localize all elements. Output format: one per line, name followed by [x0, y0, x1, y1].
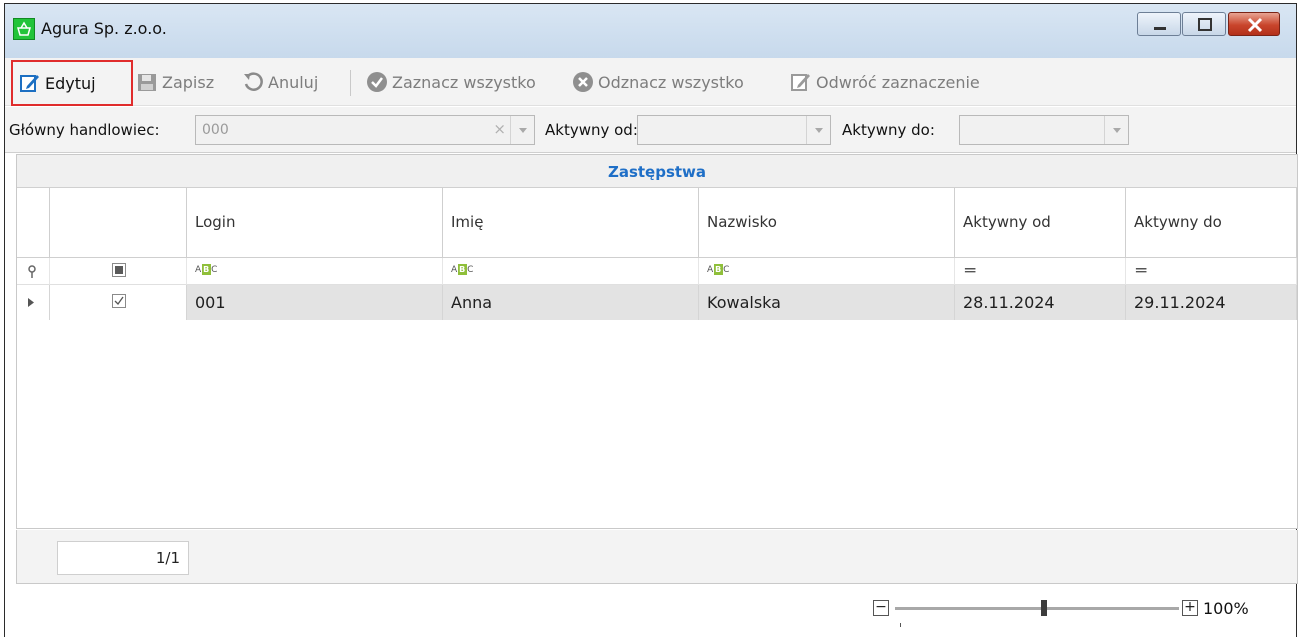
- column-header-label: Aktywny od: [963, 213, 1051, 231]
- deselect-all-label: Odznacz wszystko: [598, 72, 744, 92]
- table-cell-active-to[interactable]: 29.11.2024: [1126, 285, 1297, 320]
- filter-checkbox[interactable]: [112, 263, 126, 277]
- filter-cell-check[interactable]: [50, 258, 187, 285]
- grid-footer: 1/1: [16, 530, 1298, 584]
- cell-text: Kowalska: [707, 293, 781, 312]
- toolbar: Edytuj Zapisz Anuluj Zaznacz wszystko Od…: [5, 58, 1296, 106]
- column-header-login[interactable]: Login: [187, 188, 443, 258]
- active-to-select[interactable]: [959, 115, 1129, 145]
- equals-filter-icon: ═: [1136, 261, 1147, 281]
- filter-cell-active-to[interactable]: ═: [1126, 258, 1297, 285]
- zoom-in-button[interactable]: +: [1182, 600, 1198, 616]
- column-header-active-from[interactable]: Aktywny od: [955, 188, 1126, 258]
- row-indicator[interactable]: [17, 285, 50, 320]
- pin-icon: [28, 265, 36, 278]
- deselect-all-button[interactable]: Odznacz wszystko: [572, 58, 744, 106]
- filter-cell-login[interactable]: ABC: [187, 258, 443, 285]
- group-title: Zastępstwa: [607, 163, 707, 181]
- row-checkbox[interactable]: [112, 294, 126, 308]
- toolbar-separator: [350, 70, 351, 96]
- select-all-label: Zaznacz wszystko: [392, 72, 536, 92]
- table-cell-first-name[interactable]: Anna: [443, 285, 699, 320]
- text-filter-icon: ABC: [195, 264, 219, 275]
- cell-text: 001: [195, 293, 226, 312]
- grid-group-header: Zastępstwa: [17, 155, 1297, 188]
- table-cell-last-name[interactable]: Kowalska: [699, 285, 955, 320]
- column-header-active-to[interactable]: Aktywny do: [1126, 188, 1297, 258]
- edit-label: Edytuj: [45, 73, 96, 93]
- pencil-edit-icon: [790, 71, 812, 93]
- filter-cell-active-from[interactable]: ═: [955, 258, 1126, 285]
- text-filter-icon: ABC: [451, 264, 475, 275]
- active-from-label: Aktywny od:: [545, 121, 638, 139]
- x-circle-icon: [572, 71, 594, 93]
- text-filter-icon: ABC: [707, 264, 731, 275]
- active-to-label: Aktywny do:: [842, 121, 935, 139]
- invert-selection-button[interactable]: Odwróć zaznaczenie: [790, 58, 980, 106]
- edit-button[interactable]: Edytuj: [11, 60, 133, 106]
- active-from-select[interactable]: [637, 115, 831, 145]
- chevron-down-icon[interactable]: [806, 116, 830, 144]
- undo-icon: [242, 71, 264, 93]
- chevron-down-icon[interactable]: [510, 116, 534, 144]
- title-bar[interactable]: Agura Sp. z.o.o.: [5, 4, 1296, 58]
- row-arrow-icon: [28, 298, 34, 307]
- filter-cell-first-name[interactable]: ABC: [443, 258, 699, 285]
- minimize-button[interactable]: [1137, 12, 1181, 36]
- cell-text: 29.11.2024: [1134, 293, 1226, 312]
- floppy-disk-icon: [136, 71, 158, 93]
- save-button[interactable]: Zapisz: [136, 58, 214, 106]
- cell-text: 28.11.2024: [963, 293, 1055, 312]
- basket-icon: [13, 18, 35, 40]
- equals-filter-icon: ═: [965, 261, 976, 281]
- main-rep-label: Główny handlowiec:: [9, 121, 160, 139]
- zoom-slider-thumb[interactable]: [1041, 600, 1047, 616]
- check-circle-icon: [366, 71, 388, 93]
- window-title: Agura Sp. z.o.o.: [41, 19, 167, 38]
- filter-row-indicator: [17, 258, 50, 285]
- column-header-label: Login: [195, 213, 236, 231]
- filter-bar: Główny handlowiec: 000 × Aktywny od: Akt…: [5, 107, 1296, 153]
- substitutions-grid: Zastępstwa Login Imię Nazwisko Aktywny o…: [16, 154, 1298, 529]
- save-label: Zapisz: [162, 72, 215, 92]
- column-header-label: Nazwisko: [707, 213, 777, 231]
- column-header-last-name[interactable]: Nazwisko: [699, 188, 955, 258]
- table-cell-active-from[interactable]: 28.11.2024: [955, 285, 1126, 320]
- table-cell-login[interactable]: 001: [187, 285, 443, 320]
- maximize-button[interactable]: [1182, 12, 1226, 36]
- main-rep-select[interactable]: 000 ×: [195, 115, 535, 145]
- table-cell-check[interactable]: [50, 285, 187, 320]
- column-header-label: Aktywny do: [1134, 213, 1222, 231]
- invert-label: Odwróć zaznaczenie: [816, 72, 980, 92]
- status-bar: − + 100%: [5, 585, 1296, 637]
- zoom-out-button[interactable]: −: [873, 600, 889, 616]
- main-rep-value: 000: [202, 122, 229, 138]
- cell-text: Anna: [451, 293, 493, 312]
- select-all-button[interactable]: Zaznacz wszystko: [366, 58, 536, 106]
- zoom-tick: [900, 623, 901, 627]
- chevron-down-icon[interactable]: [1104, 116, 1128, 144]
- cancel-label: Anuluj: [268, 72, 319, 92]
- check-icon: [114, 296, 124, 306]
- close-button[interactable]: [1228, 12, 1280, 36]
- column-header-first-name[interactable]: Imię: [443, 188, 699, 258]
- zoom-slider-track[interactable]: [895, 607, 1179, 610]
- column-header-check[interactable]: [50, 188, 187, 258]
- page-indicator-text: 1/1: [155, 549, 180, 567]
- app-window: Agura Sp. z.o.o. Edytuj Zapisz Anuluj Za…: [4, 3, 1298, 637]
- row-indicator-header: [17, 188, 50, 258]
- page-indicator: 1/1: [57, 541, 189, 575]
- zoom-level: 100%: [1203, 599, 1249, 618]
- pencil-edit-icon: [19, 72, 41, 94]
- filter-cell-last-name[interactable]: ABC: [699, 258, 955, 285]
- clear-icon[interactable]: ×: [493, 120, 506, 138]
- column-header-label: Imię: [451, 213, 484, 231]
- cancel-button[interactable]: Anuluj: [242, 58, 318, 106]
